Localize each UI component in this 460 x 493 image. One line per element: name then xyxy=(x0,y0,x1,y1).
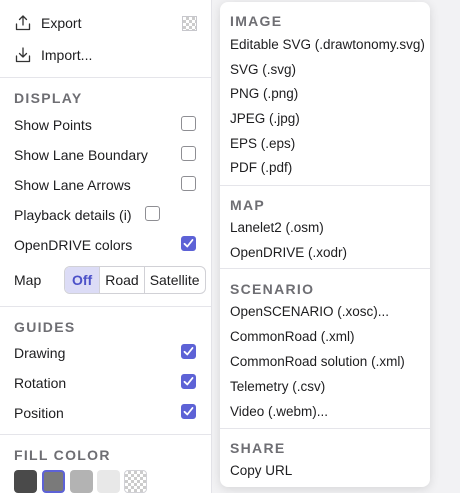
map-section-header: MAP xyxy=(230,197,266,213)
menu-item-commonroad[interactable]: CommonRoad (.xml) xyxy=(230,329,355,344)
guides-header: GUIDES xyxy=(14,319,76,335)
import-label: Import... xyxy=(41,47,93,63)
image-section-header: IMAGE xyxy=(230,13,283,29)
menu-item-commonroad-solution[interactable]: CommonRoad solution (.xml) xyxy=(230,354,405,369)
checkmark-icon xyxy=(183,347,194,356)
show-lane-arrows-label: Show Lane Arrows xyxy=(14,177,131,193)
export-icon xyxy=(15,15,31,31)
divider xyxy=(0,306,211,307)
menu-item-copy-url[interactable]: Copy URL xyxy=(230,463,292,478)
playback-details-checkbox[interactable] xyxy=(145,206,160,221)
drawing-checkbox[interactable] xyxy=(181,344,196,359)
map-option-off[interactable]: Off xyxy=(65,267,101,293)
swatch-lighter-gray[interactable] xyxy=(97,470,120,493)
show-lane-boundary-label: Show Lane Boundary xyxy=(14,147,148,163)
swatch-transparent[interactable] xyxy=(124,470,147,493)
drawing-label: Drawing xyxy=(14,345,66,361)
rotation-label: Rotation xyxy=(14,375,67,391)
menu-item-openscenario[interactable]: OpenSCENARIO (.xosc)... xyxy=(230,304,389,319)
export-dropdown-menu: IMAGE Editable SVG (.drawtonomy.svg) SVG… xyxy=(220,2,430,487)
menu-item-pdf[interactable]: PDF (.pdf) xyxy=(230,160,292,175)
swatch-dark-gray[interactable] xyxy=(14,470,37,493)
divider xyxy=(0,434,211,435)
menu-item-editable-svg[interactable]: Editable SVG (.drawtonomy.svg) xyxy=(230,37,425,52)
import-button[interactable]: Import... xyxy=(14,46,92,64)
fill-color-header: FILL COLOR xyxy=(14,447,111,463)
opendrive-colors-label: OpenDRIVE colors xyxy=(14,237,133,253)
menu-item-lanelet2[interactable]: Lanelet2 (.osm) xyxy=(230,220,324,235)
menu-item-opendrive[interactable]: OpenDRIVE (.xodr) xyxy=(230,245,347,260)
menu-item-video[interactable]: Video (.webm)... xyxy=(230,404,328,419)
checkmark-icon xyxy=(183,407,194,416)
import-icon xyxy=(15,47,31,63)
menu-divider xyxy=(220,428,430,429)
show-lane-boundary-checkbox[interactable] xyxy=(181,146,196,161)
menu-item-eps[interactable]: EPS (.eps) xyxy=(230,136,295,151)
checkmark-icon xyxy=(183,239,194,248)
divider xyxy=(0,77,211,78)
rotation-checkbox[interactable] xyxy=(181,374,196,389)
map-option-satellite[interactable]: Satellite xyxy=(145,267,205,293)
menu-item-png[interactable]: PNG (.png) xyxy=(230,86,298,101)
show-points-label: Show Points xyxy=(14,117,92,133)
share-section-header: SHARE xyxy=(230,440,286,456)
map-option-road[interactable]: Road xyxy=(100,267,145,293)
map-label: Map xyxy=(14,272,42,288)
opendrive-colors-checkbox[interactable] xyxy=(181,236,196,251)
show-points-checkbox[interactable] xyxy=(181,116,196,131)
menu-divider xyxy=(220,185,430,186)
menu-item-telemetry[interactable]: Telemetry (.csv) xyxy=(230,379,325,394)
checkmark-icon xyxy=(183,377,194,386)
position-label: Position xyxy=(14,405,64,421)
display-header: DISPLAY xyxy=(14,90,83,106)
export-label: Export xyxy=(41,15,82,31)
show-lane-arrows-checkbox[interactable] xyxy=(181,176,196,191)
menu-item-jpeg[interactable]: JPEG (.jpg) xyxy=(230,111,300,126)
map-mode-segmented-control: Off Road Satellite xyxy=(64,266,206,294)
left-panel: Export Import... DISPLAY Show Points Sho… xyxy=(0,0,212,493)
swatch-light-gray[interactable] xyxy=(70,470,93,493)
position-checkbox[interactable] xyxy=(181,404,196,419)
playback-details-label: Playback details (i) xyxy=(14,207,132,223)
transparent-background-icon[interactable] xyxy=(182,16,197,31)
menu-divider xyxy=(220,268,430,269)
menu-item-svg[interactable]: SVG (.svg) xyxy=(230,62,296,77)
export-button[interactable]: Export xyxy=(14,14,81,32)
scenario-section-header: SCENARIO xyxy=(230,281,315,297)
swatch-gray-selected[interactable] xyxy=(42,470,65,493)
